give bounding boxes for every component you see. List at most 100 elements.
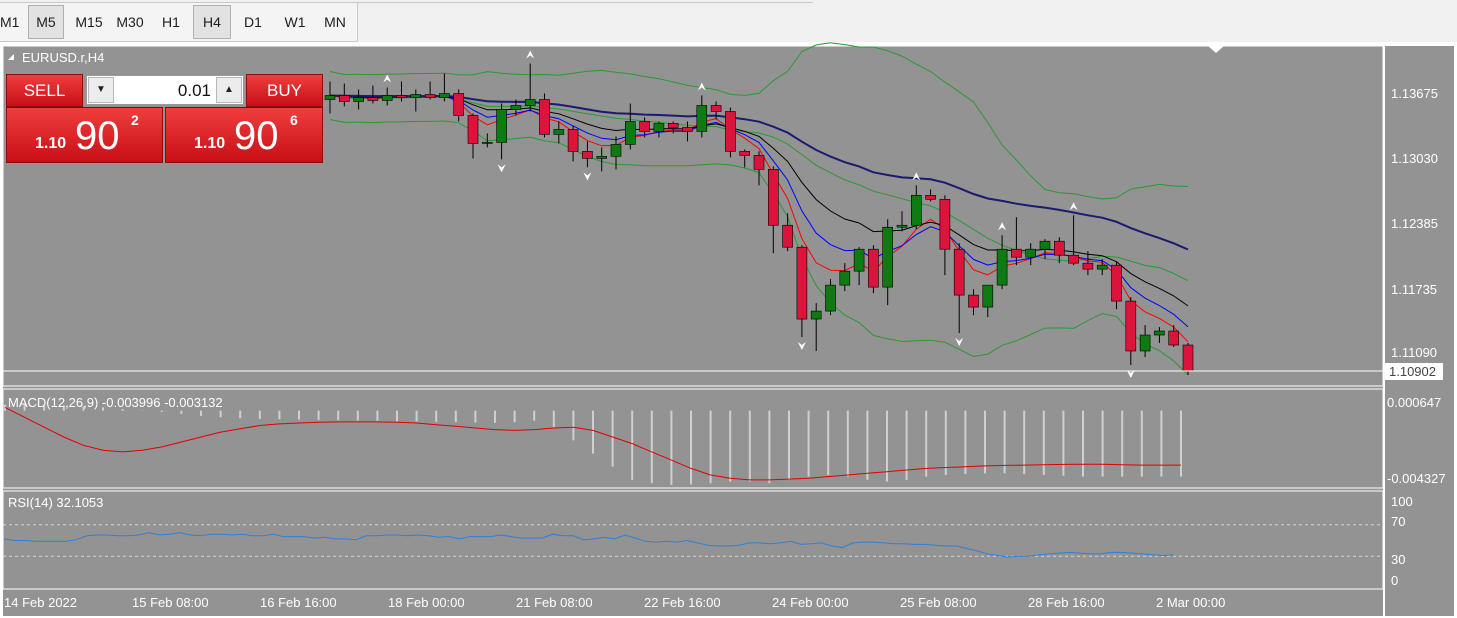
sell-price-button[interactable]: 1.10 90 2: [6, 107, 163, 163]
candle-body: [725, 111, 736, 152]
price-tick-4: 1.11735: [1391, 282, 1437, 297]
candle-body: [467, 115, 479, 144]
one-click-trading-panel: SELL ▼ 0.01 ▲ BUY 1.10 90 2 1.10 90 6: [6, 74, 323, 163]
time-label-1: 14 Feb 2022: [4, 595, 77, 610]
candle-body: [338, 95, 350, 102]
time-label-10: 2 Mar 00:00: [1156, 595, 1225, 610]
tf-h4[interactable]: H4: [193, 5, 231, 39]
time-label-9: 28 Feb 16:00: [1028, 595, 1105, 610]
price-tick-2: 1.13030: [1391, 151, 1438, 166]
candle-body: [882, 226, 894, 288]
tf-h1[interactable]: H1: [155, 6, 187, 38]
candle-body: [1082, 262, 1094, 270]
candle-body: [1111, 264, 1122, 302]
timeframe-toolbar: M1 M5 M15 M30 H1 H4 D1 W1 MN: [0, 0, 1457, 42]
candle-body: [1139, 334, 1151, 352]
sell-price-big: 90: [75, 114, 120, 158]
buy-price-small: 1.10: [194, 135, 226, 152]
candle-body: [1011, 248, 1022, 258]
candle-body: [853, 248, 865, 272]
lot-size-value[interactable]: 0.01: [117, 81, 211, 101]
candle-body: [610, 144, 622, 157]
time-label-4: 18 Feb 00:00: [388, 595, 465, 610]
rsi-tick-30: 30: [1391, 552, 1405, 567]
candle-body: [410, 94, 422, 98]
candle-body: [582, 151, 593, 159]
sell-price-sup: 2: [131, 112, 139, 128]
buy-price-big: 90: [234, 114, 279, 158]
candle-body: [739, 151, 751, 156]
tf-m5[interactable]: M5: [28, 5, 64, 39]
candle-body: [825, 284, 836, 312]
candle-body: [510, 105, 522, 110]
candle-body: [910, 195, 922, 226]
candle-body: [367, 97, 379, 101]
candle-body: [925, 195, 936, 200]
tf-d1[interactable]: D1: [236, 6, 270, 38]
candle-body: [1168, 330, 1179, 346]
candle-body: [896, 224, 908, 228]
candle-body: [624, 121, 636, 145]
candle-body: [953, 248, 965, 296]
candle-body: [396, 95, 407, 98]
candle-body: [524, 99, 536, 106]
candle-body: [567, 129, 579, 152]
rsi-label: RSI(14) 32.1053: [8, 495, 103, 510]
price-tick-3: 1.12385: [1391, 216, 1438, 231]
rsi-tick-70: 70: [1391, 514, 1405, 529]
rsi-tick-100: 100: [1391, 494, 1413, 509]
candle-body: [553, 129, 565, 135]
buy-price-sup: 6: [290, 112, 298, 128]
buy-price-button[interactable]: 1.10 90 6: [165, 107, 323, 163]
candle-body: [381, 95, 393, 101]
tf-m1[interactable]: M1: [0, 6, 19, 38]
candle-body: [968, 294, 979, 308]
tf-w1[interactable]: W1: [278, 6, 312, 38]
candle-body: [996, 248, 1008, 286]
candle-body: [496, 109, 507, 143]
toolbar-divider: [357, 2, 813, 3]
macd-tick-top: 0.000647: [1387, 395, 1441, 410]
sell-button[interactable]: SELL: [6, 74, 83, 107]
lot-decrease-button[interactable]: ▼: [88, 77, 114, 103]
candle-body: [481, 142, 493, 144]
price-axis-background: [1385, 46, 1454, 616]
candle-body: [810, 310, 822, 320]
tf-m15[interactable]: M15: [71, 6, 107, 38]
candle-body: [939, 198, 951, 250]
buy-button[interactable]: BUY: [246, 74, 323, 107]
candle-body: [782, 224, 793, 248]
candle-body: [653, 123, 665, 132]
candle-body: [1182, 344, 1194, 372]
time-label-6: 22 Feb 16:00: [644, 595, 721, 610]
candle-body: [667, 123, 679, 128]
price-tick-1: 1.13675: [1391, 86, 1438, 101]
tf-mn[interactable]: MN: [318, 6, 352, 38]
time-label-5: 21 Feb 08:00: [516, 595, 593, 610]
candle-body: [839, 270, 851, 286]
candle-body: [868, 248, 879, 288]
candle-body: [710, 105, 722, 112]
macd-label: MACD(12,26,9) -0.003996 -0.003132: [8, 395, 223, 410]
timeframe-bar: M1 M5 M15 M30 H1 H4 D1 W1 MN: [0, 2, 358, 42]
lot-size-field[interactable]: ▼ 0.01 ▲: [86, 75, 244, 105]
candle-body: [696, 105, 708, 132]
current-price-label: 1.10902: [1389, 364, 1436, 379]
candle-body: [1096, 264, 1108, 270]
time-label-8: 25 Feb 08:00: [900, 595, 977, 610]
candle-body: [1025, 248, 1036, 258]
candle-body: [639, 121, 650, 132]
candle-body: [1054, 240, 1065, 256]
price-tick-5: 1.11090: [1391, 345, 1437, 360]
lot-increase-button[interactable]: ▲: [216, 77, 242, 103]
candle-body: [539, 99, 550, 135]
tf-m30[interactable]: M30: [111, 6, 149, 38]
candle-body: [1068, 254, 1079, 264]
candle-body: [324, 95, 336, 100]
candle-body: [453, 93, 465, 116]
candle-body: [1125, 300, 1137, 352]
candle-body: [1154, 330, 1165, 336]
candle-body: [753, 155, 765, 170]
candle-body: [353, 97, 364, 102]
rsi-tick-0: 0: [1391, 573, 1398, 588]
